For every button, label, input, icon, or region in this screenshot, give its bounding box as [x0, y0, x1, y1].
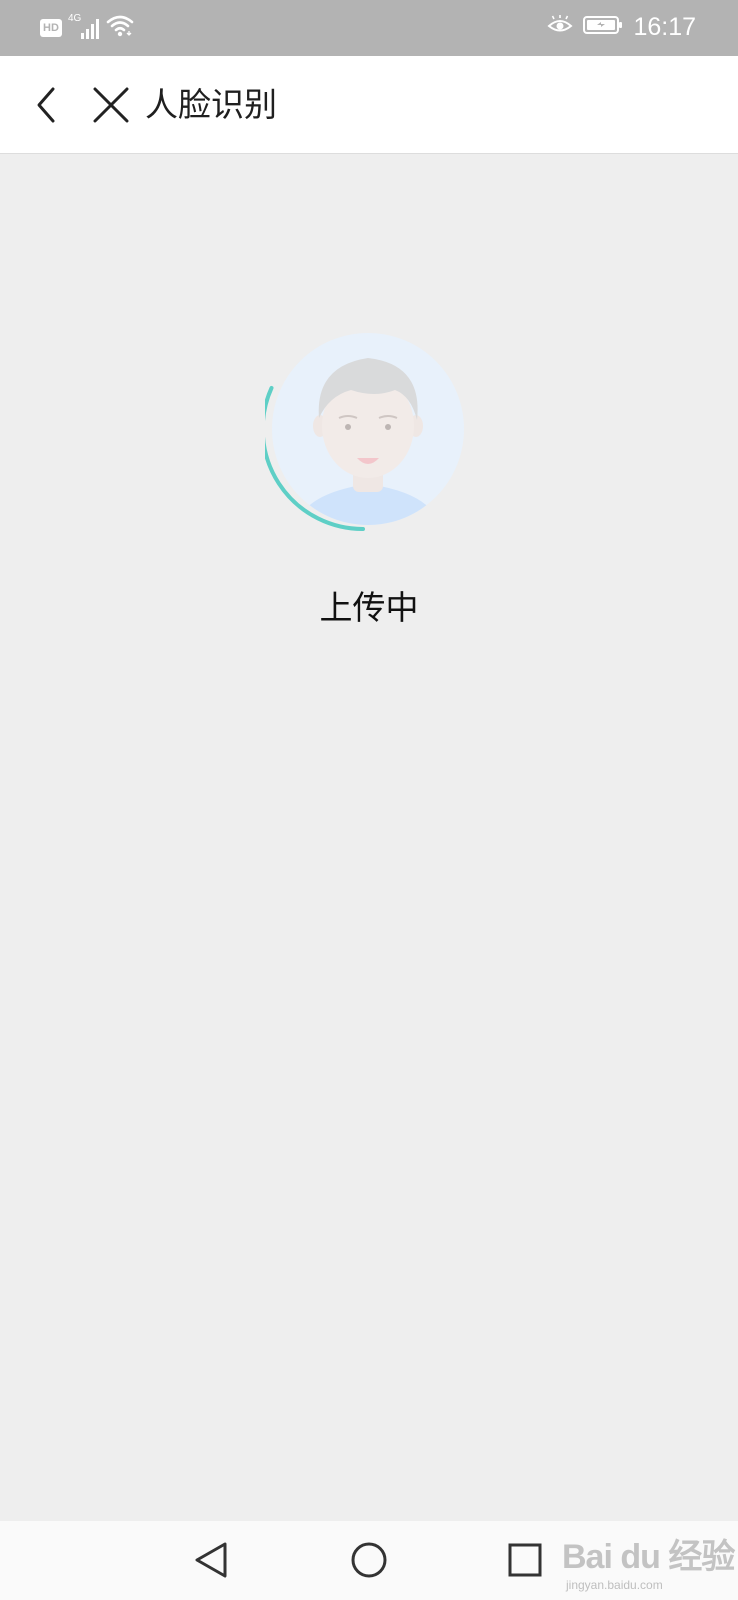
- watermark-logo: Bai du 经验: [562, 1537, 735, 1576]
- nav-home-icon: [351, 1542, 387, 1578]
- hd-icon: HD: [40, 19, 62, 37]
- chevron-left-icon: [37, 87, 55, 123]
- status-bar: HD 4G 16:17: [0, 0, 738, 56]
- clock: 16:17: [633, 12, 696, 41]
- close-button[interactable]: [86, 78, 136, 132]
- network-type-label: 4G: [68, 13, 82, 24]
- status-right-group: 16:17: [547, 12, 696, 42]
- nav-back-icon: [195, 1542, 227, 1578]
- close-icon: [93, 87, 129, 123]
- eye-icon: [547, 14, 573, 40]
- wifi-icon: [106, 14, 134, 42]
- battery-icon: [583, 15, 623, 39]
- nav-recent-button[interactable]: [500, 1535, 550, 1585]
- status-left-group: HD 4G: [40, 13, 134, 42]
- signal-icon: 4G: [68, 13, 100, 41]
- upload-status-text: 上传中: [319, 588, 419, 627]
- back-button[interactable]: [24, 80, 68, 130]
- page-title: 人脸识别: [145, 85, 277, 124]
- face-avatar-progress: [260, 326, 471, 532]
- nav-recent-icon: [508, 1543, 542, 1577]
- app-bar: 人脸识别: [0, 56, 738, 154]
- face-avatar-icon: [260, 333, 464, 532]
- nav-home-button[interactable]: [344, 1535, 394, 1585]
- watermark: Bai du 经验: [562, 1528, 735, 1578]
- watermark-url: jingyan.baidu.com: [566, 1578, 663, 1592]
- nav-back-button[interactable]: [186, 1535, 236, 1585]
